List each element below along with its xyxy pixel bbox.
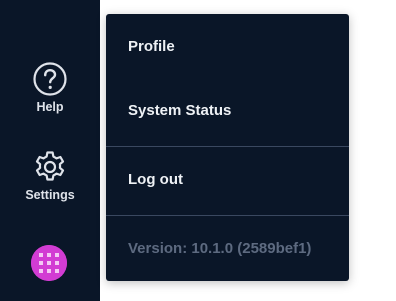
menu-item-profile[interactable]: Profile — [128, 38, 175, 56]
sidebar: Help Settings — [0, 0, 100, 301]
version-text: Version: 10.1.0 (2589bef1) — [128, 240, 312, 257]
sidebar-item-label: Settings — [25, 188, 75, 202]
user-dropdown-menu: Profile System Status Log out Version: 1… — [106, 14, 349, 281]
sidebar-item-settings[interactable]: Settings — [0, 149, 100, 203]
sidebar-item-help[interactable]: Help — [0, 61, 100, 115]
menu-item-log-out[interactable]: Log out — [128, 171, 183, 189]
avatar-pattern — [31, 245, 67, 281]
menu-divider — [106, 146, 349, 147]
sidebar-item-label: Help — [36, 100, 64, 114]
avatar[interactable] — [31, 245, 67, 281]
menu-item-system-status[interactable]: System Status — [128, 102, 231, 120]
gear-icon — [35, 151, 65, 181]
help-circle-icon — [33, 62, 67, 96]
menu-divider — [106, 215, 349, 216]
